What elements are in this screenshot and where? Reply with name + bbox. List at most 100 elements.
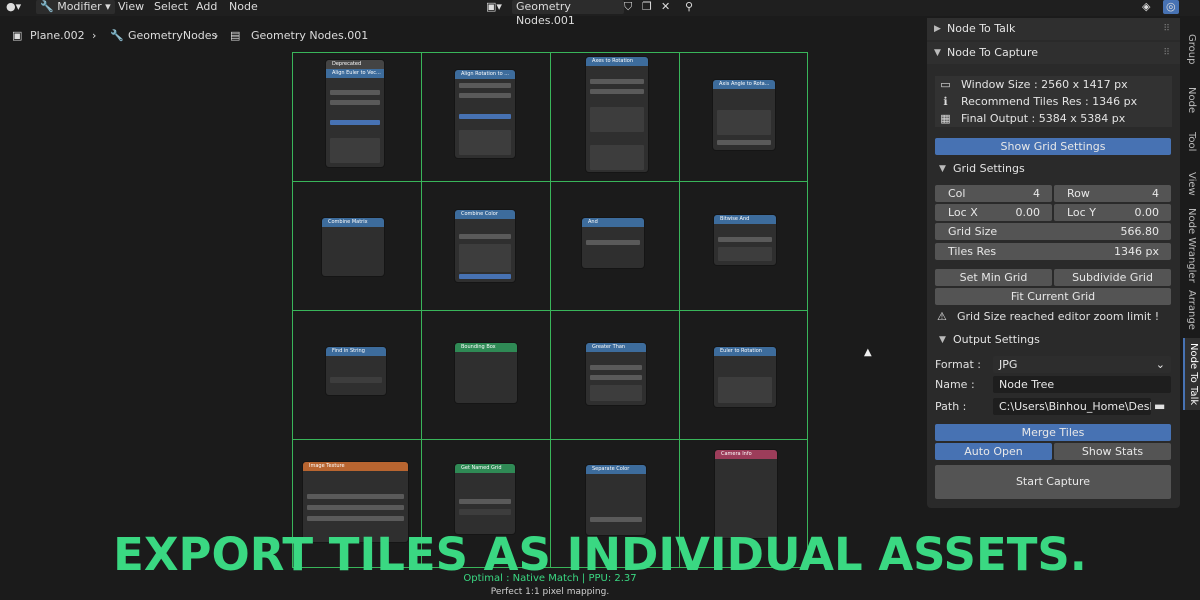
field-value: 0.00 (1134, 206, 1160, 219)
node-field (459, 114, 511, 119)
node-and[interactable]: And (582, 218, 644, 268)
start-capture-button[interactable]: Start Capture (935, 465, 1171, 499)
path-input[interactable]: C:\Users\Binhou_Home\Deskto... (993, 398, 1151, 415)
warning-icon: ⚠ (937, 310, 947, 323)
col-field[interactable]: Col 4 (935, 185, 1052, 202)
node-align-rotation[interactable]: Align Rotation to ... (455, 70, 515, 158)
node-field (590, 375, 642, 380)
set-min-grid-button[interactable]: Set Min Grid (935, 269, 1052, 286)
tab-node-wrangler[interactable]: Node Wrangler (1183, 206, 1200, 284)
grid-size-field[interactable]: Grid Size 566.80 (935, 223, 1171, 240)
subdivide-grid-button[interactable]: Subdivide Grid (1054, 269, 1171, 286)
node-title: Combine Matrix (322, 218, 384, 227)
menu-view[interactable]: View (118, 0, 144, 14)
merge-tiles-button[interactable]: Merge Tiles (935, 424, 1171, 441)
breadcrumb-item-modifier[interactable]: GeometryNodes (128, 26, 217, 46)
node-title: Get Named Grid (455, 464, 515, 473)
node-field (459, 509, 511, 515)
breadcrumb-item-node-tree[interactable]: Geometry Nodes.001 (251, 26, 368, 46)
field-label: Grid Size (948, 225, 998, 238)
menu-select[interactable]: Select (154, 0, 188, 14)
window-size-text: Window Size : 2560 x 1417 px (961, 78, 1128, 91)
close-icon[interactable]: ✕ (661, 0, 670, 14)
node-bitwise-and[interactable]: Bitwise And (714, 215, 776, 265)
fake-user-icon[interactable]: ⛉ (624, 0, 632, 14)
node-vector-block (459, 130, 511, 155)
node-tree-icon[interactable]: ▣▾ (486, 0, 502, 14)
tab-node-to-talk[interactable]: Node To Talk (1183, 338, 1200, 410)
grid-settings-header[interactable]: ▼ Grid Settings (935, 159, 1172, 179)
show-stats-toggle[interactable]: Show Stats (1054, 443, 1171, 460)
menu-node[interactable]: Node (229, 0, 258, 14)
recommend-tiles-row: ℹ Recommend Tiles Res : 1346 px (935, 93, 1172, 110)
field-value: 4 (1033, 187, 1040, 200)
tab-arrange[interactable]: Arrange (1183, 286, 1200, 334)
node-field (590, 89, 644, 94)
modifier-icon: 🔧 (110, 29, 124, 42)
node-title: Euler to Rotation (714, 347, 776, 356)
node-title: Camera Info (715, 450, 777, 459)
field-value: 566.80 (1120, 225, 1160, 238)
output-settings-header[interactable]: ▼ Output Settings (935, 330, 1172, 350)
field-label: Loc Y (1067, 206, 1096, 219)
show-grid-settings-button[interactable]: Show Grid Settings (935, 138, 1171, 155)
tab-node[interactable]: Node (1183, 78, 1200, 122)
loc-y-field[interactable]: Loc Y 0.00 (1054, 204, 1171, 221)
node-field (459, 274, 511, 279)
node-align-euler[interactable]: Deprecated Align Euler to Vec... (326, 60, 384, 167)
tab-group[interactable]: Group (1183, 24, 1200, 74)
auto-open-toggle[interactable]: Auto Open (935, 443, 1052, 460)
node-field (307, 516, 404, 521)
field-value: 0.00 (1015, 206, 1041, 219)
node-field (459, 499, 511, 504)
editor-header: ●▾ 🔧 Modifier ▾ View Select Add Node ▣▾ … (0, 0, 1200, 27)
node-axes-to-rotation[interactable]: Axes to Rotation (586, 57, 648, 172)
node-tree-name-field[interactable]: Geometry Nodes.001 (512, 0, 624, 27)
node-greater-than[interactable]: Greater Than (586, 343, 646, 405)
menu-add[interactable]: Add (196, 0, 217, 14)
pin-icon[interactable]: ⚲ (685, 0, 693, 14)
node-values-block (459, 244, 511, 272)
node-field (330, 100, 380, 105)
tiles-res-field[interactable]: Tiles Res 1346 px (935, 243, 1171, 260)
breadcrumb-item-object[interactable]: Plane.002 (30, 26, 85, 46)
tab-view[interactable]: View (1183, 164, 1200, 204)
node-vector-block (590, 107, 644, 132)
node-field (307, 494, 404, 499)
node-get-named-grid[interactable]: Get Named Grid (455, 464, 515, 534)
editor-type-icon[interactable]: ●▾ (6, 0, 21, 14)
field-label: Col (948, 187, 966, 200)
node-combine-matrix[interactable]: Combine Matrix (322, 218, 384, 276)
node-find-in-string[interactable]: Find in String (326, 347, 386, 395)
node-axis-angle[interactable]: Axis Angle to Rota... (713, 80, 775, 150)
fit-current-grid-button[interactable]: Fit Current Grid (935, 288, 1171, 305)
node-euler-to-rotation[interactable]: Euler to Rotation (714, 347, 776, 407)
folder-icon[interactable]: ▬ (1154, 398, 1165, 415)
duplicate-icon[interactable]: ❐ (642, 0, 652, 14)
node-title: And (582, 218, 644, 227)
node-to-capture-header[interactable]: ▼ Node To Capture ⠿ (927, 42, 1180, 64)
drag-handle-icon[interactable]: ⠿ (1163, 18, 1170, 40)
node-to-talk-header[interactable]: ▶ Node To Talk ⠿ (927, 18, 1180, 40)
node-combine-color[interactable]: Combine Color (455, 210, 515, 282)
panel-title: Node To Talk (947, 22, 1016, 35)
window-icon: ▭ (940, 78, 951, 91)
format-dropdown[interactable]: JPG ⌄ (993, 356, 1171, 373)
tab-tool[interactable]: Tool (1183, 122, 1200, 162)
node-field (586, 240, 640, 245)
node-field (717, 140, 771, 145)
zoom-limit-warning: Grid Size reached editor zoom limit ! (957, 310, 1160, 323)
window-size-row: ▭ Window Size : 2560 x 1417 px (935, 76, 1172, 93)
modifier-dropdown[interactable]: 🔧 Modifier ▾ (36, 0, 115, 14)
overlay-icon[interactable]: ◈ (1142, 0, 1150, 14)
name-input[interactable]: Node Tree (993, 376, 1171, 393)
chevron-down-icon: ▼ (939, 164, 946, 174)
node-title: Bounding Box (455, 343, 517, 352)
grid-line (293, 310, 807, 311)
snap-icon[interactable]: ◎ (1163, 0, 1179, 14)
final-output-text: Final Output : 5384 x 5384 px (961, 112, 1126, 125)
row-field[interactable]: Row 4 (1054, 185, 1171, 202)
loc-x-field[interactable]: Loc X 0.00 (935, 204, 1052, 221)
node-bounding-box[interactable]: Bounding Box (455, 343, 517, 403)
drag-handle-icon[interactable]: ⠿ (1163, 42, 1170, 64)
